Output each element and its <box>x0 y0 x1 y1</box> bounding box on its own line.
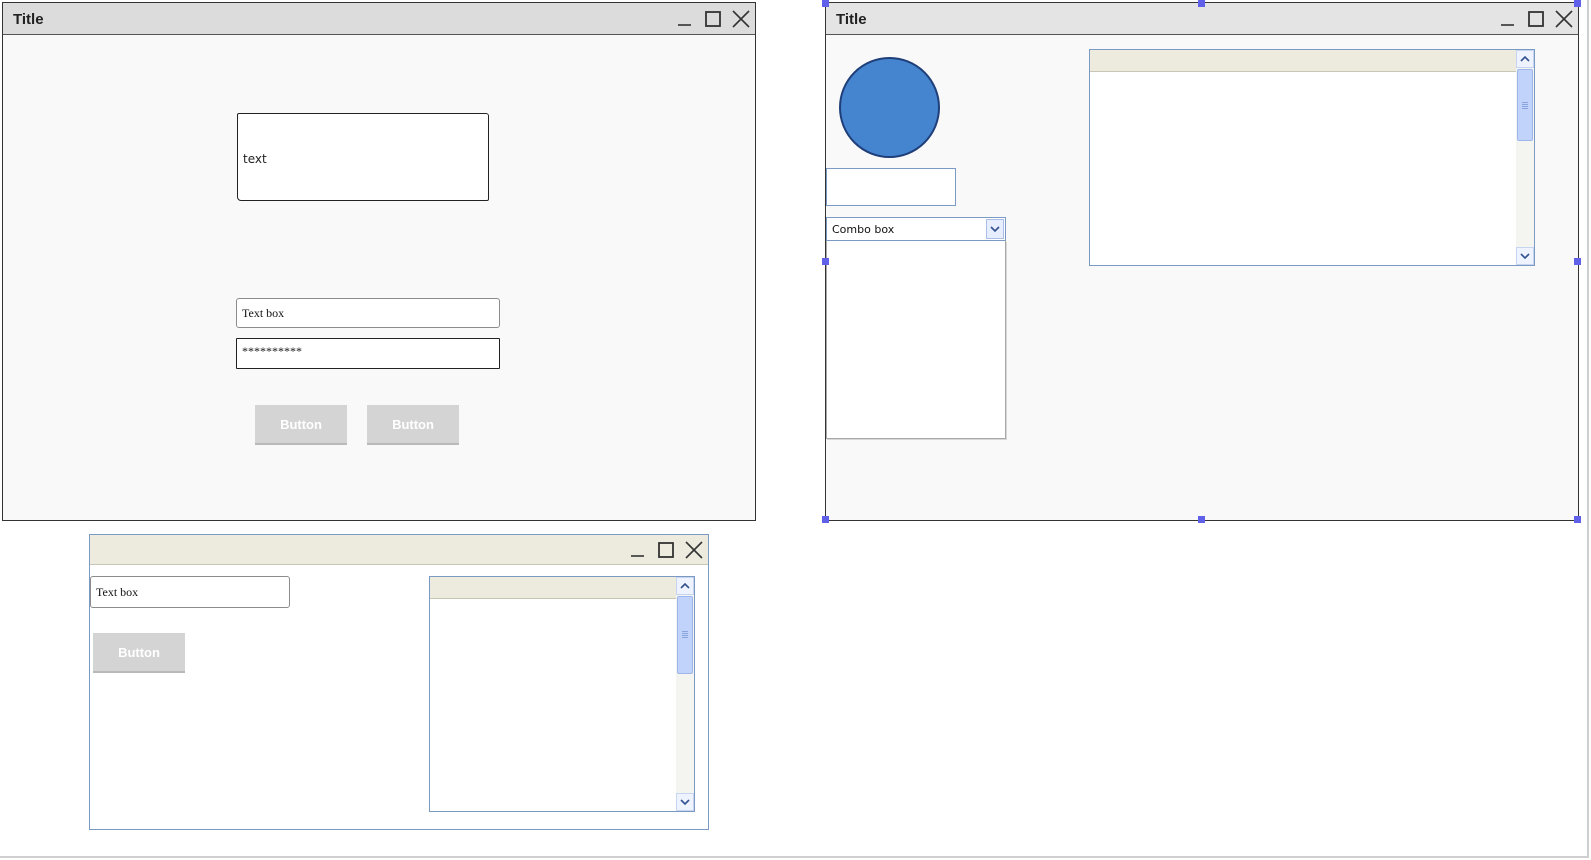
text-box-value: Text box <box>96 584 139 599</box>
close-icon[interactable] <box>684 540 704 560</box>
selection-handle[interactable] <box>1198 516 1205 523</box>
minimize-icon[interactable] <box>675 9 695 29</box>
close-icon[interactable] <box>1554 9 1574 29</box>
vertical-scrollbar[interactable] <box>1516 50 1534 265</box>
minimize-icon[interactable] <box>628 540 648 560</box>
chevron-up-icon[interactable] <box>1516 50 1534 68</box>
scroll-thumb[interactable] <box>1517 69 1533 141</box>
selection-handle[interactable] <box>1574 0 1581 7</box>
text-area-content: text <box>243 152 267 166</box>
chevron-down-icon[interactable] <box>986 219 1004 239</box>
selection-handle[interactable] <box>1574 258 1581 265</box>
combo-box-value: Combo box <box>832 223 895 236</box>
window-bottom: Text box Button <box>89 534 709 830</box>
title-bar[interactable] <box>90 535 708 565</box>
selection-handle[interactable] <box>822 0 829 7</box>
vertical-scrollbar[interactable] <box>676 577 694 811</box>
password-field[interactable]: ********** <box>236 338 500 369</box>
window-title: Title <box>836 11 867 28</box>
chevron-up-icon[interactable] <box>676 577 694 595</box>
selection-handle[interactable] <box>1574 516 1581 523</box>
window-right: Title Combo box <box>825 2 1579 521</box>
maximize-icon[interactable] <box>1526 9 1546 29</box>
selection-handle[interactable] <box>822 258 829 265</box>
list-header <box>1090 50 1516 72</box>
combo-dropdown-list[interactable] <box>826 241 1006 439</box>
button-1[interactable]: Button <box>255 405 347 443</box>
list-box[interactable] <box>429 576 695 812</box>
title-bar[interactable]: Title <box>826 3 1578 35</box>
window-title: Title <box>13 11 44 28</box>
window-left: Title text Text box ********** Button Bu… <box>2 2 756 521</box>
close-icon[interactable] <box>731 9 751 29</box>
list-header <box>430 577 676 599</box>
text-box-input[interactable]: Text box <box>90 576 290 608</box>
text-box-value: Text box <box>242 305 285 320</box>
button-2[interactable]: Button <box>367 405 459 443</box>
blank-text-input[interactable] <box>826 168 956 206</box>
text-area[interactable]: text <box>237 113 489 201</box>
selection-handle[interactable] <box>822 516 829 523</box>
maximize-icon[interactable] <box>703 9 723 29</box>
maximize-icon[interactable] <box>656 540 676 560</box>
circle-shape <box>839 57 940 158</box>
selection-handle[interactable] <box>1198 0 1205 7</box>
combo-box[interactable]: Combo box <box>826 217 1006 241</box>
list-box[interactable] <box>1089 49 1535 266</box>
chevron-down-icon[interactable] <box>676 793 694 811</box>
minimize-icon[interactable] <box>1498 9 1518 29</box>
title-bar[interactable]: Title <box>3 3 755 35</box>
text-box-input[interactable]: Text box <box>236 298 500 328</box>
chevron-down-icon[interactable] <box>1516 247 1534 265</box>
button[interactable]: Button <box>93 633 185 671</box>
scroll-thumb[interactable] <box>677 596 693 674</box>
password-value: ********** <box>242 344 302 358</box>
